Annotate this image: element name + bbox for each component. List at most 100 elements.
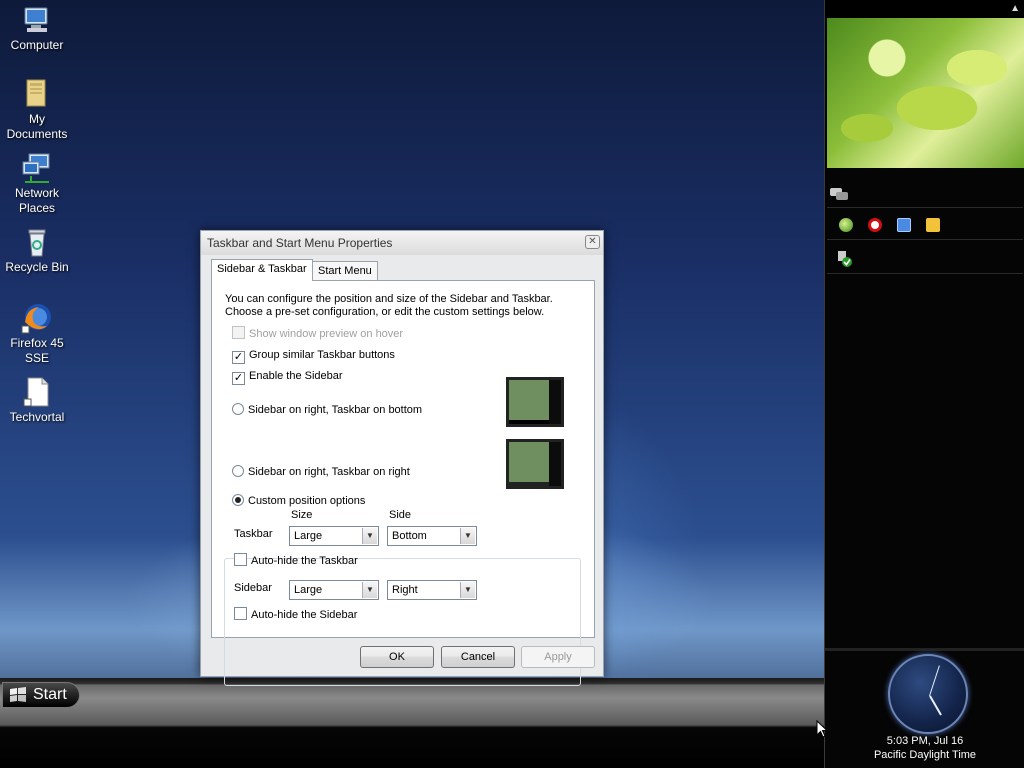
ok-button[interactable]: OK [360,646,434,668]
mouse-cursor-icon [816,720,828,738]
tab-start-menu[interactable]: Start Menu [312,261,378,281]
green-globe-icon[interactable] [839,218,853,232]
sidebar-menu-arrow-icon[interactable]: ▲ [1010,3,1020,14]
folder-icon[interactable] [926,218,941,232]
dialog-title: Taskbar and Start Menu Properties [207,236,393,250]
preset-right-right-preview [506,439,564,489]
preset-right-right-label: Sidebar on right, Taskbar on right [248,466,410,478]
windows-flag-icon [10,687,26,702]
start-label: Start [33,686,67,703]
clock-time-display: 5:03 PM, Jul 16 Pacific Daylight Time [825,734,1024,762]
sidebar-top-strip: ▲ [825,0,1024,18]
desktop-icon-label: My Documents [6,112,68,141]
desktop-icon-techvortal[interactable]: Techvortal [0,376,74,425]
desktop-icon-firefox[interactable]: Firefox 45 SSE [0,302,74,366]
preview-taskbar [509,420,549,424]
enable-sidebar-option[interactable]: ✓ Enable the Sidebar [232,368,343,385]
preset-right-right-option[interactable]: Sidebar on right, Taskbar on right [232,464,410,480]
taskbar-size-value: Large [294,530,323,542]
autohide-taskbar-label: Auto-hide the Taskbar [251,555,358,567]
close-icon: ✕ [588,236,597,247]
taskbar-side-value: Bottom [392,530,427,542]
taskbar-properties-dialog: Taskbar and Start Menu Properties ✕ Side… [200,230,604,686]
clock-time-text: 5:03 PM, Jul 16 [886,735,964,747]
chevron-down-icon[interactable]: ▼ [362,582,377,598]
close-button[interactable]: ✕ [585,235,600,249]
security-shield-icon [838,251,852,267]
group-buttons-option[interactable]: ✓ Group similar Taskbar buttons [232,347,395,364]
preset-right-bottom-preview [506,377,564,427]
show-preview-checkbox [232,326,245,339]
show-preview-option: Show window preview on hover [232,326,403,342]
desktop-icon-recycle-bin[interactable]: Recycle Bin [0,226,74,275]
network-places-icon [22,153,50,183]
preset-right-bottom-label: Sidebar on right, Taskbar on bottom [248,404,423,416]
sidebar-chat-row[interactable] [827,182,1023,208]
taskbar-size-select[interactable]: Large ▼ [289,526,379,546]
autohide-sidebar-label: Auto-hide the Sidebar [251,609,358,621]
sidebar-size-value: Large [294,584,323,596]
chevron-down-icon[interactable]: ▼ [460,528,475,544]
side-column-header: Side [389,509,412,521]
clock-timezone-text: Pacific Daylight Time [873,749,977,761]
autohide-taskbar-checkbox[interactable] [234,553,247,566]
enable-sidebar-label: Enable the Sidebar [249,370,343,382]
opera-icon[interactable] [868,218,883,232]
preset-right-bottom-option[interactable]: Sidebar on right, Taskbar on bottom [232,402,422,418]
preview-screen [509,380,549,420]
preset-right-right-radio[interactable] [232,465,244,477]
tab-sidebar-taskbar[interactable]: Sidebar & Taskbar [211,259,313,281]
desktop-icon-label: Recycle Bin [5,260,69,274]
documents-folder-icon [26,79,46,107]
size-column-header: Size [291,509,313,521]
enable-sidebar-checkbox[interactable]: ✓ [232,372,245,385]
preview-sidebar [549,442,561,486]
group-buttons-label: Group similar Taskbar buttons [249,349,395,361]
sidebar-tray-row [827,212,1023,240]
autohide-sidebar-option[interactable]: Auto-hide the Sidebar [234,607,357,623]
desktop-icon-label: Network Places [14,186,59,215]
firefox-icon [21,304,51,334]
custom-position-label: Custom position options [248,495,366,507]
taskbar-side-select[interactable]: Bottom ▼ [387,526,477,546]
preset-right-bottom-radio[interactable] [232,403,244,415]
desktop-icon-label: Firefox 45 SSE [10,336,64,365]
preview-screen [509,442,549,482]
tab-panel: You can configure the position and size … [211,280,595,686]
recycle-bin-icon [28,229,46,257]
sidebar-side-value: Right [392,584,418,596]
sidebar-row-label: Sidebar [234,582,272,594]
sidebar-divider [825,648,1024,651]
desktop-icon-network-places[interactable]: Network Places [0,152,74,216]
dialog-titlebar[interactable]: Taskbar and Start Menu Properties ✕ [201,231,603,255]
autohide-sidebar-checkbox[interactable] [234,607,247,620]
computer-icon [24,7,48,32]
chevron-down-icon[interactable]: ▼ [460,582,475,598]
taskbar: Start [0,678,824,768]
analog-clock[interactable] [888,654,968,734]
desktop-icon-label: Computer [10,38,64,52]
show-preview-label: Show window preview on hover [249,328,404,340]
cancel-button[interactable]: Cancel [441,646,515,668]
monitor-icon[interactable] [897,218,912,232]
sidebar-size-select[interactable]: Large ▼ [289,580,379,600]
desktop-icon-label: Techvortal [9,410,65,424]
desktop-icon-my-documents[interactable]: My Documents [0,78,74,142]
sidebar-side-select[interactable]: Right ▼ [387,580,477,600]
preview-sidebar [549,380,561,424]
clock-minute-hand [929,665,940,697]
slideshow-photo[interactable] [827,18,1024,168]
start-button[interactable]: Start [2,682,80,708]
chevron-down-icon[interactable]: ▼ [362,528,377,544]
apply-button[interactable]: Apply [521,646,595,668]
autohide-taskbar-option[interactable]: Auto-hide the Taskbar [234,553,358,569]
sidebar-security-row[interactable] [827,246,1023,274]
group-buttons-checkbox[interactable]: ✓ [232,351,245,364]
desktop-icon-computer[interactable]: Computer [0,4,74,53]
taskbar-row-label: Taskbar [234,528,273,540]
clock-hour-hand [929,695,942,716]
custom-position-option[interactable]: Custom position options [232,493,369,509]
custom-position-radio[interactable] [232,494,244,506]
document-shortcut-icon [23,377,49,407]
description-text: You can configure the position and size … [225,293,553,318]
